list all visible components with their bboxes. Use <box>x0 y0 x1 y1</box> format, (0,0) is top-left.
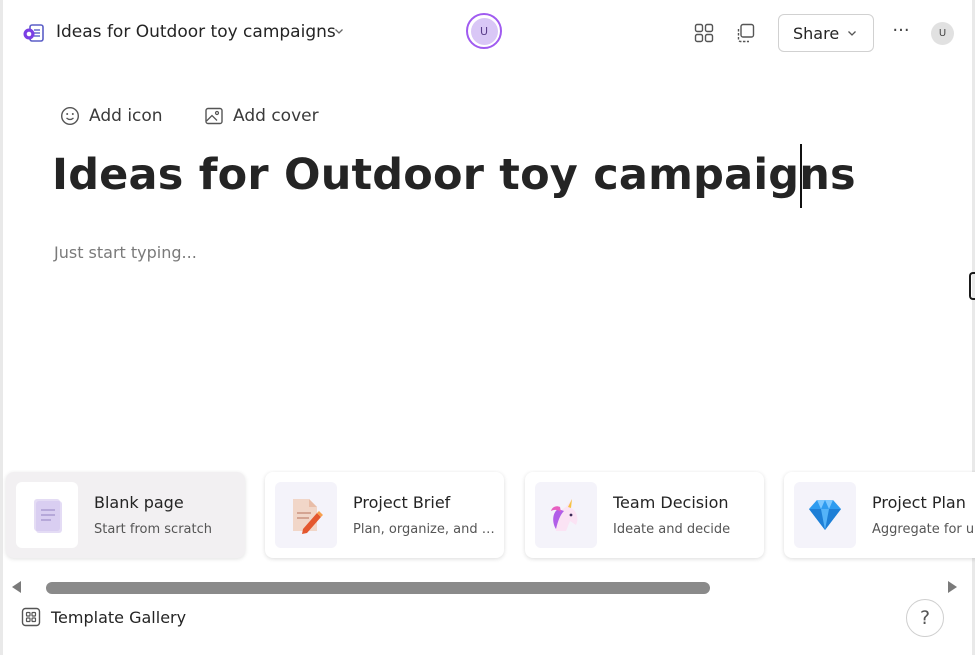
horizontal-scrollbar-thumb[interactable] <box>46 582 710 594</box>
template-name: Project Plan <box>872 493 966 512</box>
diamond-icon <box>809 500 841 530</box>
template-thumb <box>16 482 78 548</box>
scroll-left-arrow[interactable] <box>12 581 21 593</box>
user-avatar[interactable]: U <box>931 22 954 45</box>
template-description: Aggregate for u <box>872 522 975 537</box>
template-name: Project Brief <box>353 493 451 512</box>
image-icon <box>205 107 223 125</box>
template-thumb <box>794 482 856 548</box>
template-description: Ideate and decide <box>613 522 731 537</box>
page-title[interactable]: Ideas for Outdoor toy campaigns <box>52 150 856 200</box>
blank-page-icon <box>34 499 62 533</box>
smiley-icon <box>60 106 80 126</box>
template-carousel: Blank page Start from scratch Project Br… <box>0 470 975 564</box>
template-description: Start from scratch <box>94 522 212 537</box>
share-button[interactable]: Share <box>778 14 874 52</box>
chevron-down-icon[interactable] <box>334 26 344 36</box>
template-card-project-plan[interactable]: Project Plan Aggregate for u <box>784 472 975 558</box>
loop-app-icon <box>23 24 44 42</box>
more-options-button[interactable]: ··· <box>888 20 914 46</box>
template-name: Team Decision <box>613 493 729 512</box>
template-description: Plan, organize, and t... <box>353 522 498 537</box>
copy-component-icon[interactable] <box>734 22 756 44</box>
template-gallery-button[interactable]: Template Gallery <box>21 607 186 627</box>
template-gallery-label: Template Gallery <box>51 607 187 627</box>
template-card-blank-page[interactable]: Blank page Start from scratch <box>6 472 245 558</box>
top-bar: Ideas for Outdoor toy campaigns U Share … <box>0 0 975 66</box>
text-cursor <box>800 144 802 208</box>
template-card-project-brief[interactable]: Project Brief Plan, organize, and t... <box>265 472 504 558</box>
template-thumb <box>275 482 337 548</box>
add-icon-label: Add icon <box>89 106 163 126</box>
document-title[interactable]: Ideas for Outdoor toy campaigns <box>56 22 336 42</box>
share-label: Share <box>793 23 840 43</box>
help-button[interactable]: ? <box>906 599 944 637</box>
unicorn-icon <box>551 499 578 531</box>
add-cover-button[interactable]: Add cover <box>204 106 319 126</box>
add-icon-button[interactable]: Add icon <box>60 106 163 126</box>
template-thumb <box>535 482 597 548</box>
side-panel-handle[interactable] <box>969 272 975 300</box>
body-placeholder[interactable]: Just start typing... <box>54 243 197 262</box>
collaborator-avatar[interactable]: U <box>466 13 502 49</box>
grid-view-icon[interactable] <box>693 22 715 44</box>
template-card-team-decision[interactable]: Team Decision Ideate and decide <box>525 472 764 558</box>
template-name: Blank page <box>94 493 184 512</box>
scroll-right-arrow[interactable] <box>948 581 957 593</box>
pencil-document-icon <box>293 499 323 534</box>
template-gallery-icon <box>21 607 41 627</box>
collaborator-initial: U <box>470 17 498 45</box>
add-cover-label: Add cover <box>233 106 319 126</box>
chevron-down-icon <box>848 31 857 36</box>
